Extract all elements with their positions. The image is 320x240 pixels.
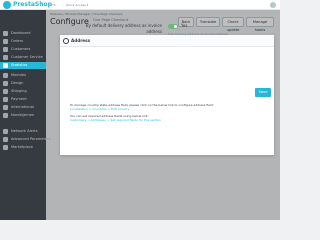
sidebar-item-label: Statistics xyxy=(11,63,28,67)
invoice-address-label: By default delivery address as invoice a… xyxy=(85,23,162,34)
sidebar-item-label: Customer Service xyxy=(11,55,43,59)
sidebar-item-label: Network Alerts xyxy=(11,129,38,133)
sidebar-item-label: Advanced Parameters xyxy=(11,137,51,141)
puzzle-icon xyxy=(3,73,8,78)
sidebar-item-shipping[interactable]: Shipping xyxy=(0,88,46,95)
sidebar-item-modules[interactable]: Modules xyxy=(0,72,46,79)
top-header: PrestaShop 1.7.7.8 Quick Access ▾ xyxy=(0,0,280,10)
toggle-knob xyxy=(174,25,177,28)
sidebar-item-label: Shipping xyxy=(11,89,27,93)
save-button[interactable]: Save xyxy=(255,88,271,97)
sidebar-item-design[interactable]: Design xyxy=(0,80,46,87)
version-label: 1.7.7.8 xyxy=(45,3,56,7)
localization-link[interactable]: Localization > Countries > Edit country xyxy=(70,107,129,111)
sidebar-item-label: Dashboard xyxy=(11,31,31,35)
user-icon xyxy=(3,47,8,52)
sidebar-item-payment[interactable]: Payment xyxy=(0,96,46,103)
globe-icon xyxy=(3,105,8,110)
sidebar-item-customers[interactable]: Customers xyxy=(0,46,46,53)
sidebar-item-statistics[interactable]: Statistics xyxy=(0,62,46,69)
sidebar-item-label: Customers xyxy=(11,47,31,51)
chat-icon xyxy=(3,55,8,60)
brush-icon xyxy=(3,81,8,86)
chart-icon xyxy=(3,63,8,68)
quick-access-menu[interactable]: Quick Access ▾ xyxy=(66,2,88,8)
sidebar-item-label: Modules xyxy=(11,73,26,77)
info-link-2-wrap: Customers > Addresses > Set required fie… xyxy=(70,118,161,122)
sidebar-item-nordstjernen[interactable]: Nordstjernen xyxy=(0,112,46,119)
sidebar-item-advanced-parameters[interactable]: Advanced Parameters xyxy=(0,136,50,143)
dashboard-icon xyxy=(3,31,8,36)
info-link-1-wrap: Localization > Countries > Edit country xyxy=(70,107,129,111)
sidebar-item-orders[interactable]: Orders xyxy=(0,38,46,45)
modal-title: Address xyxy=(71,38,91,43)
sidebar-item-customer-service[interactable]: Customer Service xyxy=(0,54,46,61)
settings-icon xyxy=(3,137,8,142)
sidebar-item-label: Payment xyxy=(11,97,27,101)
sidebar-item-label: Orders xyxy=(11,39,24,43)
sidebar-item-dashboard[interactable]: Dashboard xyxy=(0,30,46,37)
sidebar-item-label: International xyxy=(11,105,34,109)
prestashop-logo-icon[interactable] xyxy=(3,1,11,9)
help-text: Use delivery address as invoice address xyxy=(168,32,229,36)
sidebar-item-label: Design xyxy=(11,81,24,85)
star-icon xyxy=(3,113,8,118)
required-fields-link[interactable]: Customers > Addresses > Set required fie… xyxy=(70,118,161,122)
sidebar-item-label: Nordstjernen xyxy=(11,113,35,117)
sidebar-item-label: Marketplace xyxy=(11,145,34,149)
sidebar: Dashboard Orders Customers Customer Serv… xyxy=(0,10,50,220)
invoice-address-toggle[interactable] xyxy=(168,24,178,29)
credit-card-icon xyxy=(3,97,8,102)
sidebar-item-network-alerts[interactable]: Network Alerts xyxy=(0,128,46,135)
cart-icon xyxy=(3,39,8,44)
toggle-value: Yes xyxy=(181,23,188,28)
sidebar-item-marketplace[interactable]: Marketplace xyxy=(0,144,46,151)
bell-icon xyxy=(3,129,8,134)
modal-header: Address xyxy=(60,35,274,47)
address-modal: Address xyxy=(60,35,274,155)
store-icon xyxy=(3,145,8,150)
gear-icon xyxy=(63,38,69,44)
truck-icon xyxy=(3,89,8,94)
avatar[interactable] xyxy=(270,2,276,8)
sidebar-item-international[interactable]: International xyxy=(0,104,46,111)
